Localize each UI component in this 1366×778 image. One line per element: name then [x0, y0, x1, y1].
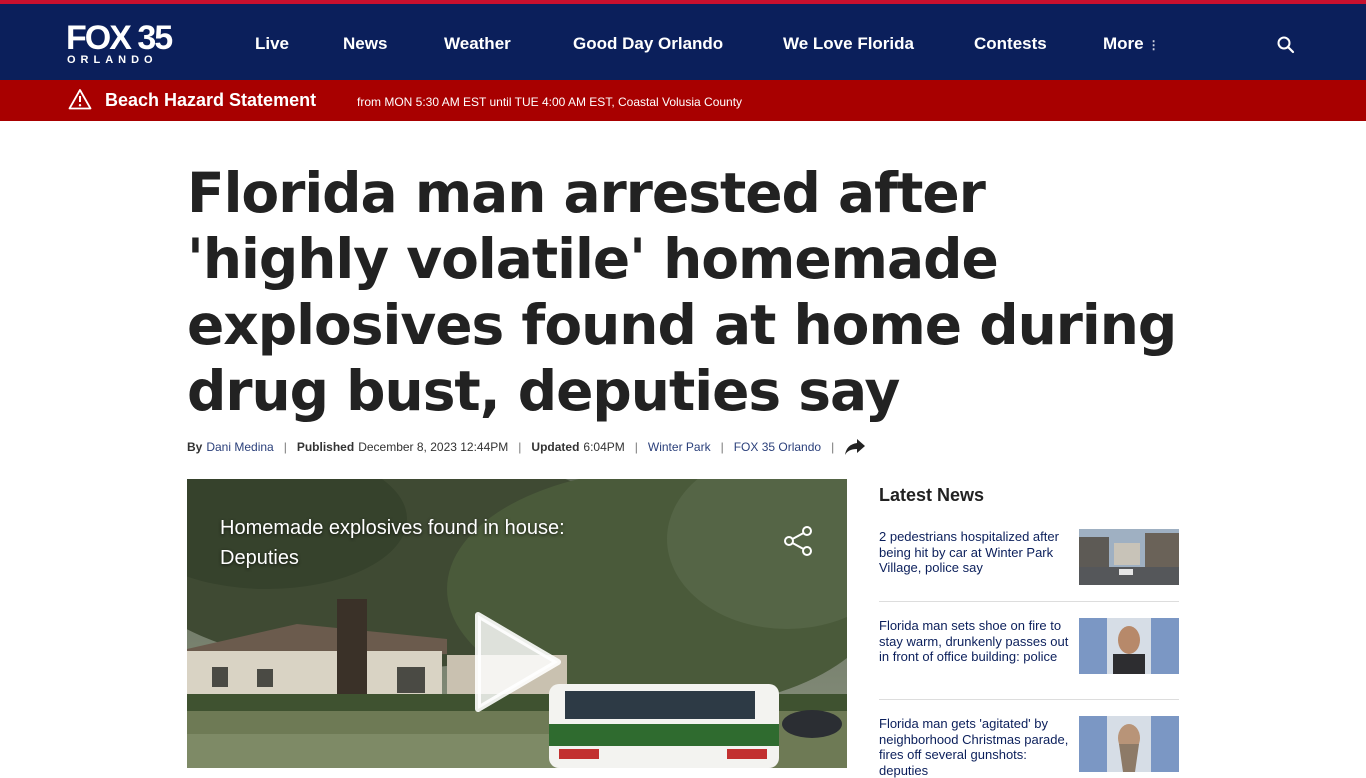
byline-separator: | — [518, 440, 522, 454]
news-item-text[interactable]: Florida man sets shoe on fire to stay wa… — [879, 618, 1069, 665]
nav-item-we-love-florida[interactable]: We Love Florida — [783, 34, 914, 54]
updated-time: 6:04PM — [583, 440, 625, 454]
tag-link[interactable]: Winter Park — [648, 440, 711, 454]
article-headline: Florida man arrested after 'highly volat… — [187, 161, 1177, 423]
share-arrow-icon[interactable] — [844, 438, 866, 456]
nav-item-more[interactable]: More ⋮ — [1103, 34, 1160, 54]
site-header: FOX 35 ORLANDO Live News Weather Good Da… — [0, 0, 1366, 80]
byline-separator: | — [283, 440, 287, 454]
byline-separator: | — [634, 440, 638, 454]
news-item-thumbnail[interactable] — [1079, 618, 1179, 674]
news-item[interactable]: Florida man gets 'agitated' by neighborh… — [879, 716, 1179, 778]
search-icon[interactable] — [1276, 35, 1296, 55]
warning-icon — [68, 89, 92, 110]
byline-by-label: By — [187, 440, 203, 454]
news-divider — [879, 699, 1179, 700]
video-player[interactable]: Homemade explosives found in house: Depu… — [187, 479, 847, 768]
article-byline: By Dani Medina | Published December 8, 2… — [187, 437, 866, 457]
site-logo[interactable]: FOX 35 ORLANDO — [66, 19, 173, 66]
news-item-thumbnail[interactable] — [1079, 716, 1179, 772]
news-item[interactable]: Florida man sets shoe on fire to stay wa… — [879, 618, 1179, 684]
logo-market: ORLANDO — [67, 54, 158, 66]
weather-alert-banner[interactable]: Beach Hazard Statement from MON 5:30 AM … — [0, 80, 1366, 121]
news-item-text[interactable]: Florida man gets 'agitated' by neighborh… — [879, 716, 1069, 778]
share-icon[interactable] — [783, 525, 815, 557]
nav-item-news[interactable]: News — [343, 34, 387, 54]
logo-wordmark: FOX 35 — [66, 19, 173, 57]
sidebar-title: Latest News — [879, 485, 985, 505]
byline-separator: | — [831, 440, 835, 454]
published-date: December 8, 2023 12:44PM — [358, 440, 509, 454]
published-label: Published — [296, 440, 355, 454]
author-link[interactable]: Dani Medina — [206, 440, 273, 454]
alert-title[interactable]: Beach Hazard Statement — [105, 90, 316, 111]
source-link[interactable]: FOX 35 Orlando — [734, 440, 821, 454]
news-item[interactable]: 2 pedestrians hospitalized after being h… — [879, 529, 1179, 589]
news-divider — [879, 601, 1179, 602]
nav-item-good-day-orlando[interactable]: Good Day Orlando — [573, 34, 723, 54]
latest-news-sidebar: Latest News 2 pedestrians hospitalized a… — [879, 485, 1179, 778]
more-dots-icon: ⋮ — [1147, 37, 1160, 52]
nav-item-contests[interactable]: Contests — [974, 34, 1047, 54]
nav-item-weather[interactable]: Weather — [444, 34, 511, 54]
news-item-text[interactable]: 2 pedestrians hospitalized after being h… — [879, 529, 1069, 576]
updated-label: Updated — [531, 440, 580, 454]
nav-item-live[interactable]: Live — [255, 34, 289, 54]
video-title: Homemade explosives found in house: Depu… — [220, 517, 565, 569]
byline-separator: | — [720, 440, 724, 454]
alert-detail: from MON 5:30 AM EST until TUE 4:00 AM E… — [357, 95, 743, 109]
play-icon[interactable] — [472, 609, 564, 715]
news-item-thumbnail[interactable] — [1079, 529, 1179, 585]
nav-more-label: More — [1103, 34, 1144, 53]
